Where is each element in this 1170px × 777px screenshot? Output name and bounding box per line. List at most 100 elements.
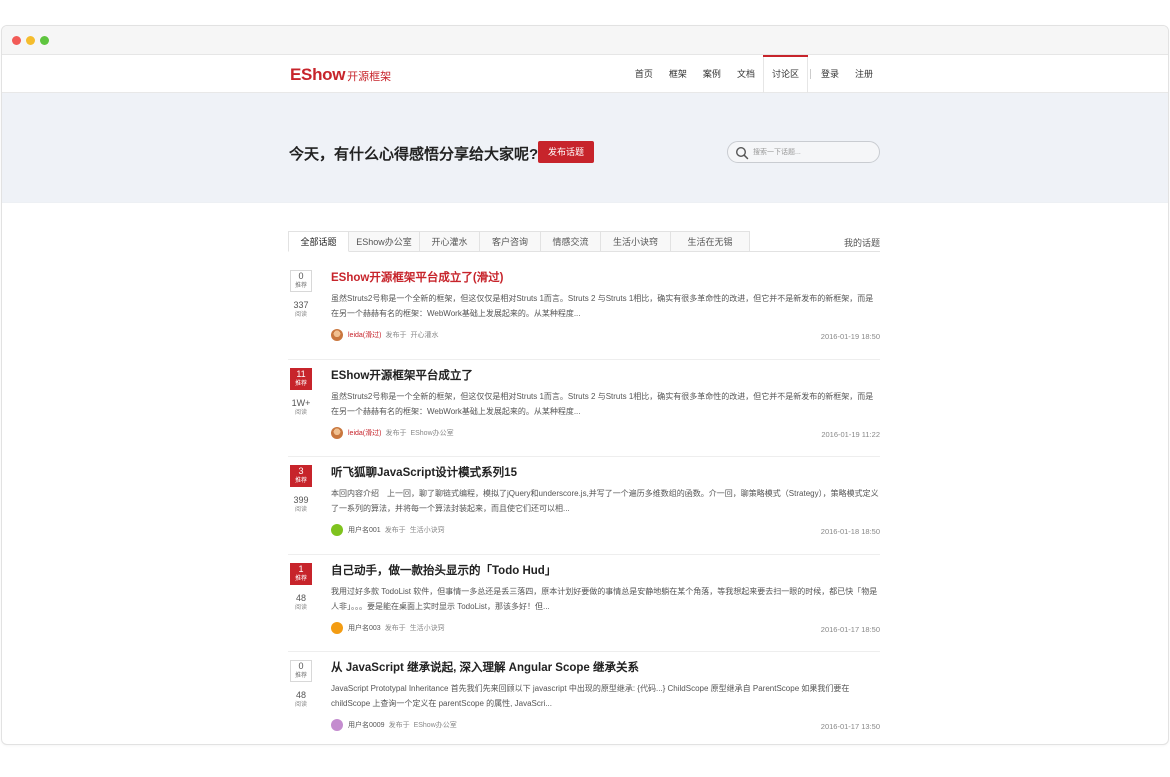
topic-item: 0 推荐 48 阅读 从 JavaScript 继承说起, 深入理解 Angul… xyxy=(288,652,880,750)
view-label: 阅读 xyxy=(294,507,307,513)
logo-name: EShow xyxy=(290,65,346,84)
topic-excerpt: 我用过好多款 TodoList 软件，但事情一多总还是丢三落四，原本计划好要做的… xyxy=(331,586,878,611)
topic-list: 0 推荐 337 阅读 EShow开源框架平台成立了(滑过) 虽然Struts2… xyxy=(288,262,880,750)
topic-meta: leida(滑过) 发布于 EShow办公室 xyxy=(331,426,454,439)
topic-item: 11 推荐 1W+ 阅读 EShow开源框架平台成立了 虽然Struts2号称是… xyxy=(288,360,880,457)
view-count: 1W+ 阅读 xyxy=(288,398,314,417)
topic-title[interactable]: 从 JavaScript 继承说起, 深入理解 Angular Scope 继承… xyxy=(331,659,639,675)
logo[interactable]: EShow 开源框架 xyxy=(290,65,391,85)
category-tabs: 全部话题 EShow办公室 开心灌水 客户咨询 情感交流 生活小诀窍 生活在无锡… xyxy=(288,231,880,252)
view-count: 399 阅读 xyxy=(288,495,314,514)
search-input[interactable] xyxy=(753,145,873,160)
recommend-count[interactable]: 11 推荐 xyxy=(290,367,312,390)
topic-meta: 用户名003 发布于 生活小诀窍 xyxy=(331,621,445,634)
search-icon xyxy=(735,146,749,160)
recommend-count[interactable]: 3 推荐 xyxy=(290,465,312,487)
posted-in-label: 发布于 xyxy=(385,332,407,339)
topic-item: 0 推荐 337 阅读 EShow开源框架平台成立了(滑过) 虽然Struts2… xyxy=(288,262,880,360)
nav-links: 首页 框架 案例 文档 讨论区 登录 注册 xyxy=(627,55,881,93)
topic-meta: 用户名001 发布于 生活小诀窍 xyxy=(331,524,445,536)
nav-framework[interactable]: 框架 xyxy=(661,55,695,93)
topic-item: 1 推荐 48 阅读 自己动手，做一款抬头显示的「Todo Hud」 我用过好多… xyxy=(288,555,880,652)
avatar[interactable] xyxy=(331,719,343,731)
view-count: 48 阅读 xyxy=(288,593,314,612)
nav-docs[interactable]: 文档 xyxy=(729,55,763,93)
topic-date: 2016-01-19 18:50 xyxy=(820,332,880,341)
posted-in-label: 发布于 xyxy=(388,722,410,729)
nav-divider xyxy=(809,69,811,79)
topic-date: 2016-01-17 18:50 xyxy=(820,624,880,634)
post-topic-button[interactable]: 发布话题 xyxy=(538,141,594,163)
topic-title[interactable]: 自己动手，做一款抬头显示的「Todo Hud」 xyxy=(331,562,556,578)
category-link[interactable]: 生活小诀窍 xyxy=(410,525,445,535)
nav-register[interactable]: 注册 xyxy=(847,55,881,93)
topic-title[interactable]: EShow开源框架平台成立了(滑过) xyxy=(331,269,504,285)
view-number: 337 xyxy=(293,300,309,310)
avatar[interactable] xyxy=(331,329,343,341)
view-number: 48 xyxy=(295,690,306,700)
view-count: 48 阅读 xyxy=(288,690,314,709)
tab-consult[interactable]: 客户咨询 xyxy=(480,231,541,252)
nav-forum[interactable]: 讨论区 xyxy=(762,55,808,93)
recommend-label: 推荐 xyxy=(294,380,307,387)
tab-office[interactable]: EShow办公室 xyxy=(349,231,420,252)
topic-item: 3 推荐 399 阅读 听飞狐聊JavaScript设计模式系列15 本回内容介… xyxy=(288,457,880,555)
recommend-label: 推荐 xyxy=(294,478,307,484)
category-link[interactable]: EShow办公室 xyxy=(414,720,457,730)
tab-tips[interactable]: 生活小诀窍 xyxy=(601,231,671,252)
author-link[interactable]: 用户名003 xyxy=(348,623,381,633)
recommend-label: 推荐 xyxy=(294,673,307,679)
view-count: 337 阅读 xyxy=(288,300,314,319)
recommend-count[interactable]: 0 推荐 xyxy=(290,660,312,682)
category-link[interactable]: 生活小诀窍 xyxy=(410,623,445,633)
top-nav: EShow 开源框架 首页 框架 案例 文档 讨论区 登录 注册 xyxy=(2,55,1168,93)
recommend-number: 0 xyxy=(298,661,304,671)
category-link[interactable]: 开心灌水 xyxy=(410,330,438,340)
minimize-window-icon[interactable] xyxy=(26,36,35,45)
posted-in-label: 发布于 xyxy=(385,429,407,437)
nav-login[interactable]: 登录 xyxy=(813,55,847,93)
view-label: 阅读 xyxy=(294,409,307,416)
avatar[interactable] xyxy=(331,621,343,634)
recommend-count[interactable]: 1 推荐 xyxy=(290,562,312,585)
posted-in-label: 发布于 xyxy=(384,624,406,632)
hero-title: 今天，有什么心得感悟分享给大家呢? xyxy=(289,146,539,163)
recommend-number: 1 xyxy=(298,563,304,574)
topic-excerpt: 本回内容介绍 上一回，聊了聊链式编程，模拟了jQuery和underscore.… xyxy=(331,489,879,513)
topic-date: 2016-01-17 13:50 xyxy=(820,722,880,731)
close-window-icon[interactable] xyxy=(12,36,21,45)
topic-title[interactable]: EShow开源框架平台成立了 xyxy=(331,367,473,383)
tab-wuxi[interactable]: 生活在无锡 xyxy=(671,231,750,252)
view-label: 阅读 xyxy=(294,312,307,318)
topic-meta: leida(滑过) 发布于 开心灌水 xyxy=(331,329,438,341)
tab-all[interactable]: 全部话题 xyxy=(288,231,349,252)
topic-excerpt: 虽然Struts2号称是一个全新的框架，但这仅仅是相对Struts 1而言。St… xyxy=(331,391,874,416)
my-topics-link[interactable]: 我的话题 xyxy=(844,236,880,249)
topic-excerpt: 虽然Struts2号称是一个全新的框架，但这仅仅是相对Struts 1而言。St… xyxy=(331,294,874,318)
topic-title[interactable]: 听飞狐聊JavaScript设计模式系列15 xyxy=(331,464,517,480)
author-link[interactable]: leida(滑过) xyxy=(348,428,381,438)
topic-search xyxy=(727,141,880,163)
posted-in-label: 发布于 xyxy=(384,527,406,534)
author-link[interactable]: 用户名001 xyxy=(348,525,381,535)
maximize-window-icon[interactable] xyxy=(40,36,49,45)
tab-emotion[interactable]: 情感交流 xyxy=(541,231,601,252)
recommend-number: 11 xyxy=(296,368,306,379)
author-link[interactable]: 用户名0009 xyxy=(348,720,385,730)
recommend-label: 推荐 xyxy=(294,283,307,289)
view-number: 399 xyxy=(293,495,309,505)
avatar[interactable] xyxy=(331,426,343,439)
view-number: 1W+ xyxy=(291,397,311,408)
nav-home[interactable]: 首页 xyxy=(627,55,661,93)
recommend-number: 3 xyxy=(298,466,304,476)
recommend-label: 推荐 xyxy=(294,575,307,582)
nav-cases[interactable]: 案例 xyxy=(695,55,729,93)
tab-water[interactable]: 开心灌水 xyxy=(420,231,480,252)
recommend-count[interactable]: 0 推荐 xyxy=(290,270,312,292)
author-link[interactable]: leida(滑过) xyxy=(348,330,381,340)
category-link[interactable]: EShow办公室 xyxy=(410,428,453,438)
topic-date: 2016-01-18 18:50 xyxy=(820,527,880,536)
logo-subtitle: 开源框架 xyxy=(347,71,392,83)
avatar[interactable] xyxy=(331,524,343,536)
topic-meta: 用户名0009 发布于 EShow办公室 xyxy=(331,719,457,731)
